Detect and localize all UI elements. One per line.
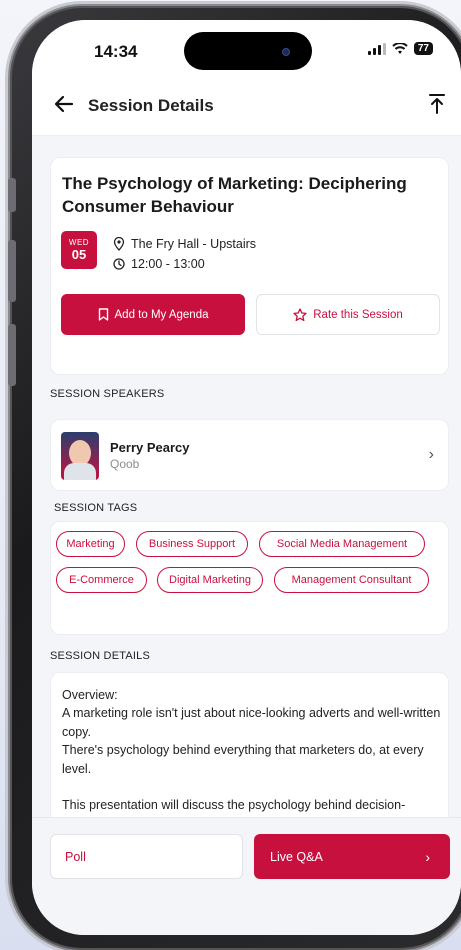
rate-session-label: Rate this Session: [313, 308, 403, 321]
tag-chip[interactable]: Digital Marketing: [157, 567, 263, 593]
chevron-right-icon: ›: [428, 446, 434, 463]
tag-chip[interactable]: Business Support: [136, 531, 248, 557]
time-line: 12:00 - 13:00: [113, 257, 205, 271]
dynamic-island: [184, 32, 312, 70]
speaker-name: Perry Pearcy: [110, 440, 190, 455]
tag-chip[interactable]: Social Media Management: [259, 531, 425, 557]
location-pin-icon: [113, 237, 125, 251]
battery-indicator: 77: [413, 42, 433, 55]
camera-icon: [282, 48, 290, 56]
date-day: 05: [71, 247, 87, 262]
volume-down-button: [8, 324, 16, 386]
side-button: [8, 178, 16, 212]
poll-button[interactable]: Poll: [50, 834, 243, 879]
tag-chip[interactable]: Management Consultant: [274, 567, 429, 593]
tags-section-label: SESSION TAGS: [54, 502, 138, 514]
status-icons: 77: [367, 42, 433, 55]
content: The Psychology of Marketing: Deciphering…: [32, 137, 461, 935]
session-location: The Fry Hall - Upstairs: [131, 237, 257, 251]
scroll-to-top-icon[interactable]: [427, 92, 447, 116]
header: Session Details: [32, 76, 461, 136]
add-to-agenda-label: Add to My Agenda: [114, 308, 209, 321]
rate-session-button[interactable]: Rate this Session: [256, 294, 440, 335]
tag-chip[interactable]: Marketing: [56, 531, 125, 557]
wifi-icon: [392, 42, 408, 54]
session-time: 12:00 - 13:00: [131, 257, 205, 271]
date-badge: WED 05: [61, 231, 97, 269]
speaker-row[interactable]: Perry Pearcy Qoob ›: [50, 419, 449, 491]
avatar: [61, 432, 99, 480]
tag-chip[interactable]: E-Commerce: [56, 567, 147, 593]
tags-card: Marketing Business Support Social Media …: [50, 521, 449, 635]
bookmark-icon: [98, 308, 108, 321]
status-bar: 14:34 77: [32, 20, 461, 80]
bottom-action-bar: Poll Live Q&A ›: [32, 817, 461, 935]
details-section-label: SESSION DETAILS: [50, 650, 150, 662]
live-qa-label: Live Q&A: [270, 849, 323, 864]
chevron-right-icon: ›: [425, 848, 430, 865]
date-day-of-week: WED: [68, 238, 90, 247]
back-arrow-icon[interactable]: [52, 92, 76, 116]
location-line: The Fry Hall - Upstairs: [113, 237, 256, 251]
signal-icon: [367, 42, 386, 55]
star-icon: [293, 307, 307, 321]
add-to-agenda-button[interactable]: Add to My Agenda: [61, 294, 245, 335]
session-card: The Psychology of Marketing: Deciphering…: [50, 157, 449, 375]
live-qa-button[interactable]: Live Q&A ›: [254, 834, 450, 879]
volume-up-button: [8, 240, 16, 302]
poll-label: Poll: [65, 849, 86, 864]
speakers-section-label: SESSION SPEAKERS: [50, 388, 165, 400]
screen: 14:34 77 Session Details The Psychology …: [32, 20, 461, 935]
clock-icon: [113, 258, 125, 270]
page-title: Session Details: [88, 96, 214, 115]
session-title: The Psychology of Marketing: Deciphering…: [62, 174, 407, 216]
speaker-org: Qoob: [110, 457, 140, 471]
status-time: 14:34: [94, 42, 138, 61]
